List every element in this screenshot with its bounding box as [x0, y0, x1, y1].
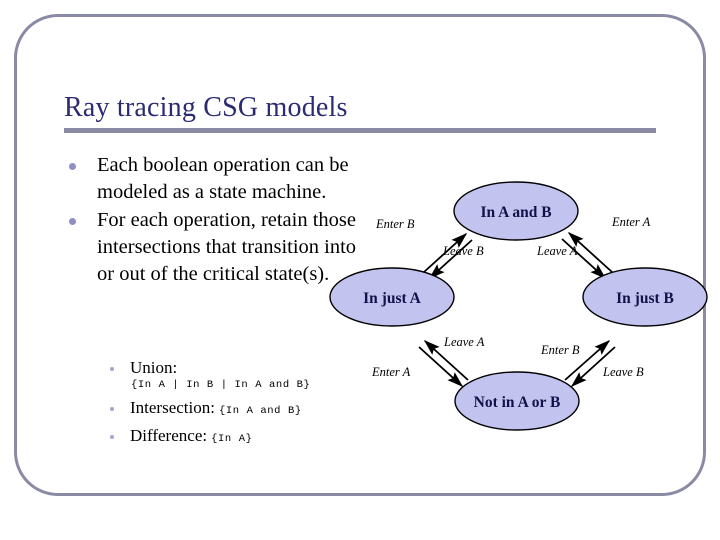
sub-bullet-dot-icon — [110, 407, 114, 412]
sub-bullet-dot-icon — [110, 367, 114, 371]
sub-bullet-list: Union: {In A | In B | In A and B} Inters… — [104, 358, 404, 453]
bullet-item: For each operation, retain those interse… — [62, 207, 362, 288]
sub-bullet-item-difference: Difference: {In A} — [104, 426, 404, 446]
sub-bullet-label: Intersection: — [130, 398, 215, 418]
bullet-item: Each boolean operation can be modeled as… — [62, 152, 362, 206]
sub-bullet-item-union: Union: {In A | In B | In A and B} — [104, 358, 404, 391]
bullet-dot-icon — [69, 163, 76, 170]
page-title-block: Ray tracing CSG models — [64, 92, 664, 123]
sub-bullet-dot-icon — [110, 434, 114, 439]
sub-bullet-set-notation: {In A | In B | In A and B} — [131, 379, 311, 392]
sub-bullet-label: Union: — [130, 358, 178, 377]
sub-bullet-set-notation: {In A and B} — [218, 405, 302, 418]
sub-bullet-set-notation: {In A} — [211, 432, 253, 445]
bullet-item-text: Each boolean operation can be modeled as… — [97, 154, 349, 204]
sub-bullet-item-intersection: Intersection: {In A and B} — [104, 398, 404, 418]
bullet-item-text: For each operation, retain those interse… — [97, 209, 357, 286]
title-divider — [64, 128, 656, 133]
page-title: Ray tracing CSG models — [64, 92, 348, 123]
bullet-dot-icon — [69, 218, 76, 226]
sub-bullet-label: Difference: — [130, 425, 208, 445]
slide: Ray tracing CSG models Each boolean oper… — [0, 0, 720, 540]
bullet-list: Each boolean operation can be modeled as… — [62, 152, 362, 289]
